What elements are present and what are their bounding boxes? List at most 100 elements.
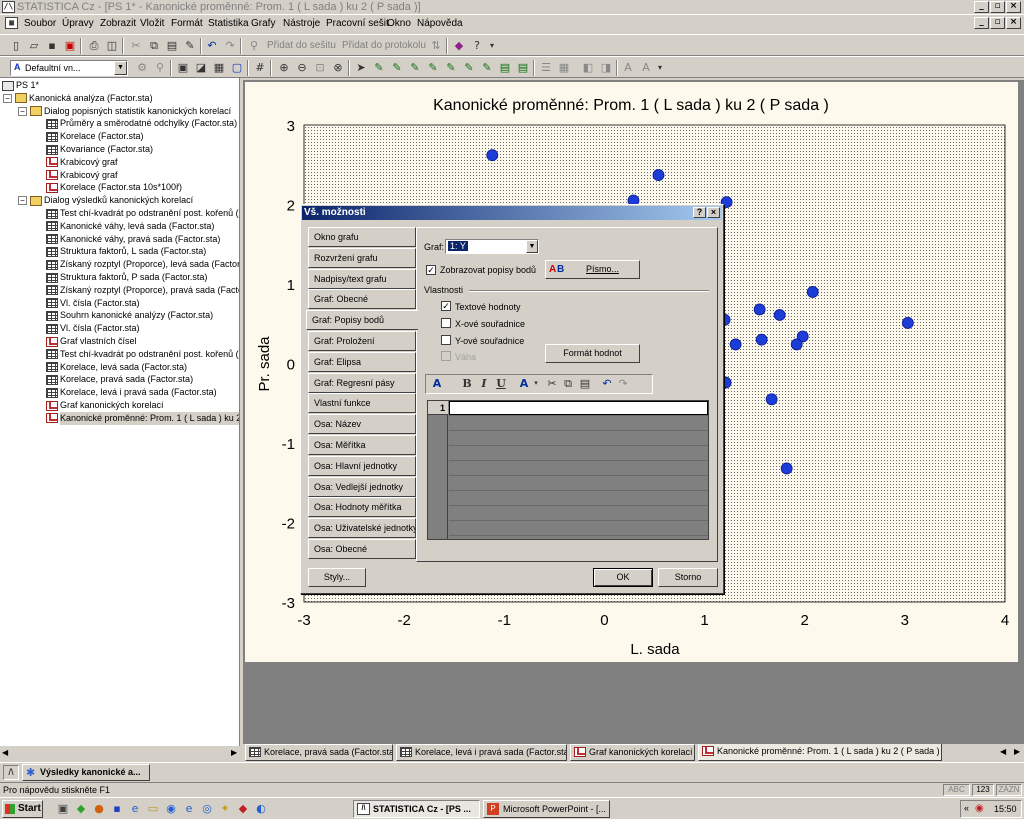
doc-tab-3[interactable]: Graf kanonických korelací [570,744,695,761]
format-painter-icon[interactable]: ✎ [182,38,198,53]
menu-nastroje[interactable]: Nástroje [283,18,320,29]
x-coords-checkbox[interactable] [441,318,451,328]
grid-cell-1[interactable] [449,401,708,415]
add-to-workbook[interactable]: Přidat do sešitu [267,40,336,51]
dialog-tab[interactable]: Osa: Měřítka [308,435,416,455]
lock-icon[interactable]: ▤ [497,60,513,75]
pdf-icon[interactable]: ▣ [62,38,78,53]
ql-desktop-icon[interactable]: ▣ [55,801,71,816]
ql-app3-icon[interactable]: ✦ [217,801,233,816]
open-icon[interactable]: ▱ [26,38,42,53]
dialog-tab[interactable]: Vlastní funkce [308,393,416,414]
print-preview-icon[interactable]: ◫ [104,38,120,53]
dialog-tab[interactable]: Graf: Obecné [308,289,416,310]
ql-folder-icon[interactable]: ▭ [145,801,161,816]
tree-item[interactable]: Získaný rozptyl (Proporce), levá sada (F… [46,258,239,271]
tree-item[interactable]: Korelace, levá sada (Factor.sta) [46,361,187,374]
save-icon[interactable]: ▪ [44,38,60,53]
bold-icon[interactable]: B [459,376,475,391]
send-back-icon[interactable]: ◨ [598,60,614,75]
show-labels-checkbox[interactable]: ✓ [426,265,436,275]
doc-tab-2[interactable]: Korelace, levá i pravá sada (Factor.sta) [396,744,567,761]
results-window-button[interactable]: ✱ Výsledky kanonické a... [22,764,150,781]
italic-icon[interactable]: I [476,376,492,391]
undo-icon[interactable]: ↶ [204,38,220,53]
menu-vlozit[interactable]: Vložit [140,18,164,29]
start-button[interactable]: Start [2,800,43,818]
tree-item[interactable]: Kanonické váhy, levá sada (Factor.sta) [46,220,214,233]
graph-options-icon[interactable]: ◪ [193,60,209,75]
ql-app2-icon[interactable]: ◎ [199,801,215,816]
brush-icon[interactable]: ⊗ [330,60,346,75]
ql-app1-icon[interactable]: ◆ [73,801,89,816]
menu-upravy[interactable]: Úpravy [62,18,94,29]
tree-item[interactable]: Korelace (Factor.sta 10s*100ř) [46,181,182,194]
doc-close-button[interactable]: × [1006,17,1021,29]
dialog-tab[interactable]: Graf: Elipsa [308,351,416,372]
scatter-point[interactable] [780,462,793,475]
graph-layout-icon[interactable]: ▣ [175,60,191,75]
mini-paste-icon[interactable]: ▤ [577,376,593,391]
mini-redo-icon[interactable]: ↷ [615,376,631,391]
scroll-left-icon[interactable]: ◀ [2,748,8,757]
new-icon[interactable]: ▯ [8,38,24,53]
font-color-a-icon[interactable]: A [429,376,445,391]
menu-pracovni-sesit[interactable]: Pracovní sešit [326,18,389,29]
edit-tool-7-icon[interactable]: ✎ [479,60,495,75]
dialog-tab[interactable]: Graf: Regresní pásy [308,372,416,393]
tree-item[interactable]: Krabicový graf [46,169,118,182]
task-powerpoint[interactable]: P Microsoft PowerPoint - [... [483,800,610,818]
fill-style-icon[interactable]: ▦ [556,60,572,75]
text-color-dropdown-icon[interactable]: ▾ [528,376,544,391]
doc-restore-button[interactable]: ▫ [990,17,1005,29]
tree-item[interactable]: Graf kanonických korelací [46,399,164,412]
tree-collapse-icon[interactable]: − [3,93,12,103]
dialog-title-bar[interactable]: Vš. možnosti ? × [302,206,722,220]
edit-tool-6-icon[interactable]: ✎ [461,60,477,75]
edit-tool-5-icon[interactable]: ✎ [443,60,459,75]
edit-tool-1-icon[interactable]: ✎ [371,60,387,75]
cut-icon[interactable]: ✂ [128,38,144,53]
graf-select[interactable]: 1: Y ▼ [445,239,539,254]
grid-icon[interactable]: # [252,60,268,75]
dialog-tab[interactable]: Nadpisy/text grafu [308,268,416,289]
app-small-icon[interactable]: /\ [3,765,19,780]
dialog-tab[interactable]: Okno grafu [308,227,416,247]
restore-button[interactable]: ▫ [990,1,1005,13]
edit-tool-3-icon[interactable]: ✎ [407,60,423,75]
book-icon[interactable]: ◆ [451,38,467,53]
print-icon[interactable]: ⎙ [86,38,102,53]
ql-app5-icon[interactable]: ◐ [253,801,269,816]
binoculars-icon[interactable]: ⚲ [246,38,262,53]
tabs-scroll-left-icon[interactable]: ◀ [1000,747,1006,756]
dialog-tab[interactable]: Osa: Vedlejší jednotky [308,476,416,497]
cancel-button[interactable]: Storno [658,568,718,587]
document-icon[interactable]: ▦ [5,17,18,29]
scatter-point[interactable] [790,338,803,351]
doc-tab-4[interactable]: Kanonické proměnné: Prom. 1 ( L sada ) k… [698,744,942,761]
mini-cut-icon[interactable]: ✂ [544,376,560,391]
ok-button[interactable]: OK [593,568,653,587]
scroll-right-icon[interactable]: ▶ [231,748,237,757]
ql-outlook-icon[interactable]: ◉ [163,801,179,816]
zoom-reset-icon[interactable]: ⊡ [312,60,328,75]
dialog-tab[interactable]: Osa: Obecné [308,539,416,559]
tree-group-results[interactable]: Dialog výsledků kanonických korelací [30,194,193,207]
tree-item[interactable]: Získaný rozptyl (Proporce), pravá sada (… [46,284,239,297]
scatter-point[interactable] [901,317,914,329]
unlock-icon[interactable]: ▤ [515,60,531,75]
redo-icon[interactable]: ↷ [222,38,238,53]
tree-scrollbar[interactable]: ◀ ▶ [0,746,243,762]
style-combo[interactable]: A Defaultní vn... ▼ [10,60,128,76]
ql-ie-icon[interactable]: e [127,801,143,816]
tree-item[interactable]: Kanonické proměnné: Prom. 1 ( L sada ) k… [46,411,239,425]
dialog-tab[interactable]: Osa: Hlavní jednotky [308,455,416,476]
tree-item[interactable]: Graf vlastních čísel [46,335,137,348]
scatter-point[interactable] [765,393,778,406]
help-pointer-icon[interactable]: ? [469,38,485,53]
scatter-point[interactable] [729,338,742,351]
menu-format[interactable]: Formát [171,18,203,29]
zoom-in-icon[interactable]: ⊕ [276,60,292,75]
mini-copy-icon[interactable]: ⧉ [560,376,576,391]
graph-window-icon[interactable]: ▢ [229,60,245,75]
